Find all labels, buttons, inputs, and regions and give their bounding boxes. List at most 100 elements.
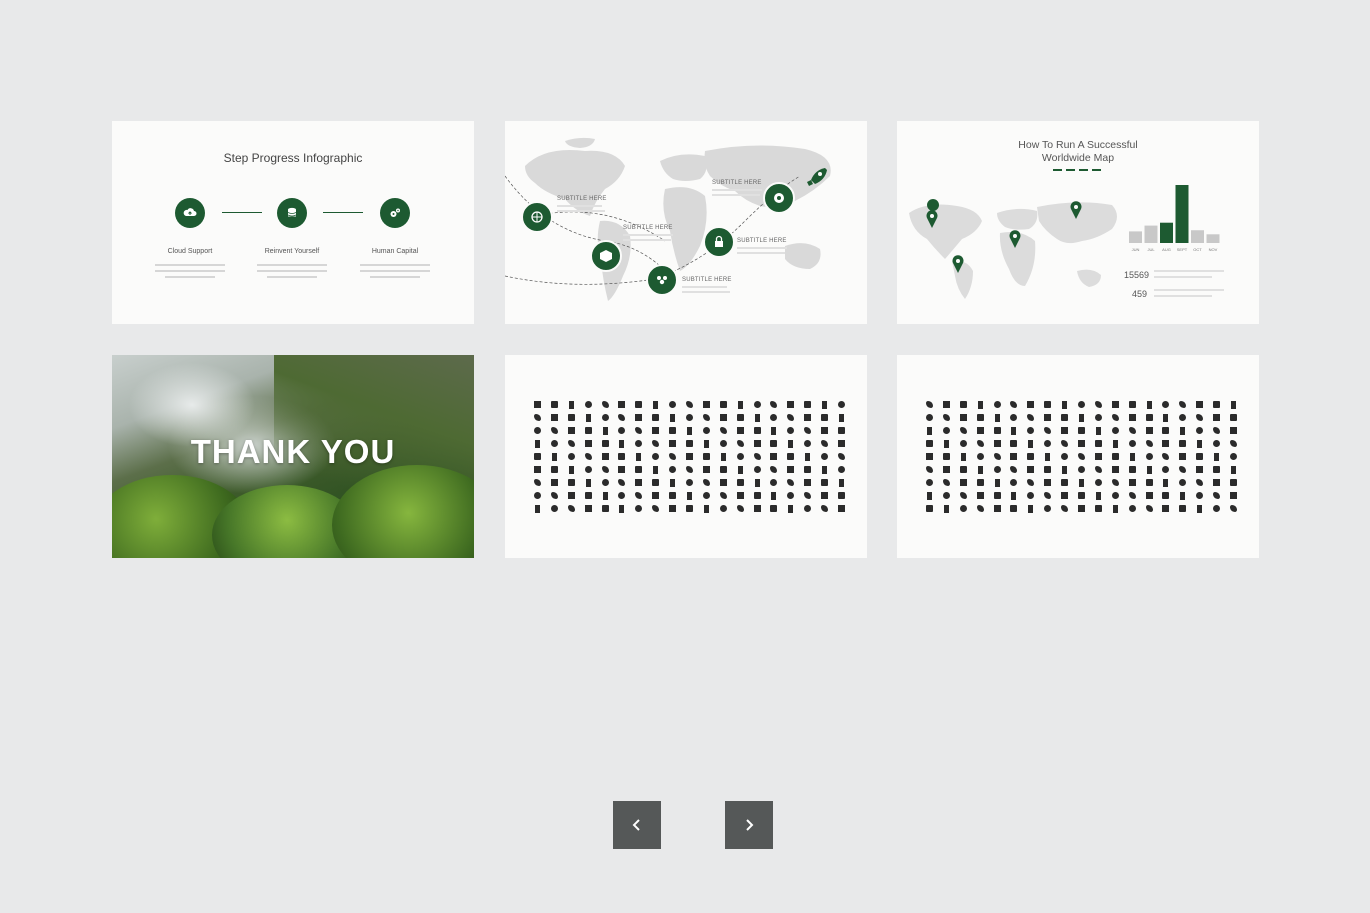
step-circle-cloud: [175, 198, 205, 228]
glyph-icon: [1044, 427, 1052, 434]
glyph-icon: [942, 492, 950, 499]
glyph-icon: [1112, 439, 1118, 448]
glyph-icon: [993, 453, 1001, 460]
glyph-icon: [770, 466, 778, 473]
icon-grid: [529, 398, 850, 515]
glyph-icon: [736, 440, 744, 447]
glyph-icon: [993, 505, 1001, 512]
glyph-icon: [959, 414, 967, 421]
glyph-icon: [601, 505, 609, 512]
glyph-icon: [702, 466, 710, 473]
glyph-icon: [959, 479, 967, 486]
glyph-icon: [635, 427, 643, 434]
glyph-icon: [1044, 505, 1052, 512]
glyph-icon: [977, 400, 983, 409]
glyph-icon: [1111, 401, 1119, 408]
glyph-icon: [670, 413, 676, 422]
slide-thumbnail-worldwide-map[interactable]: How To Run A Successful Worldwide Map JU…: [897, 121, 1259, 324]
placeholder-text-line: [1154, 276, 1212, 278]
glyph-icon: [959, 492, 967, 499]
slide-thumbnail-thank-you[interactable]: THANK YOU: [112, 355, 474, 558]
placeholder-text-line: [360, 270, 430, 272]
glyph-icon: [804, 427, 812, 434]
glyph-icon: [1196, 466, 1204, 473]
glyph-icon: [550, 401, 558, 408]
glyph-icon: [838, 413, 844, 422]
placeholder-text-line: [557, 205, 602, 207]
glyph-icon: [719, 440, 727, 447]
glyph-icon: [669, 505, 677, 512]
glyph-icon: [959, 466, 967, 473]
glyph-icon: [1010, 466, 1018, 473]
step-label: Cloud Support: [167, 248, 213, 255]
glyph-icon: [1180, 426, 1186, 435]
glyph-icon: [788, 504, 794, 513]
glyph-icon: [533, 427, 541, 434]
glyph-icon: [1077, 401, 1085, 408]
slide-thumbnail-icon-set-a[interactable]: [505, 355, 867, 558]
next-button[interactable]: [725, 801, 773, 849]
glyph-icon: [737, 465, 743, 474]
glyph-icon: [567, 440, 575, 447]
glyph-icon: [959, 427, 967, 434]
glyph-icon: [686, 426, 692, 435]
glyph-icon: [1061, 453, 1069, 460]
glyph-icon: [1145, 427, 1153, 434]
glyph-icon: [1095, 426, 1101, 435]
slide-thumbnail-world-map-routes[interactable]: SUBTITLE HERE SUBTITLE HERE SUBTITLE HER…: [505, 121, 867, 324]
glyph-icon: [1077, 440, 1085, 447]
glyph-icon: [533, 453, 541, 460]
step-label: Human Capital: [371, 248, 419, 255]
slide-thumbnail-step-progress[interactable]: Step Progress Infographic Cloud Support …: [112, 121, 474, 324]
glyph-icon: [1128, 505, 1136, 512]
glyph-icon: [1162, 453, 1170, 460]
glyph-icon: [618, 401, 626, 408]
glyph-icon: [669, 401, 677, 408]
rocket-marker: [805, 166, 833, 194]
slide-thumbnail-icon-set-b[interactable]: [897, 355, 1259, 558]
glyph-icon: [685, 401, 693, 408]
glyph-icon: [584, 492, 592, 499]
bar-category-label: NOV: [1209, 247, 1218, 252]
glyph-icon: [993, 427, 1001, 434]
glyph-icon: [635, 466, 643, 473]
glyph-icon: [976, 453, 984, 460]
placeholder-text-line: [737, 247, 787, 249]
glyph-icon: [534, 504, 540, 513]
glyph-icon: [736, 492, 744, 499]
glyph-icon: [1145, 453, 1153, 460]
glyph-icon: [1010, 505, 1018, 512]
glyph-icon: [1146, 400, 1152, 409]
step-label: Reinvent Yourself: [264, 248, 320, 255]
glyph-icon: [926, 426, 932, 435]
glyph-icon: [787, 453, 795, 460]
glyph-icon: [601, 479, 609, 486]
rocket-icon: [807, 168, 827, 186]
glyph-icon: [653, 400, 659, 409]
placeholder-text-line: [1154, 270, 1224, 272]
glyph-icon: [1145, 414, 1153, 421]
glyph-icon: [788, 439, 794, 448]
glyph-icon: [1077, 466, 1085, 473]
glyph-icon: [685, 414, 693, 421]
chevron-left-icon: [632, 819, 640, 831]
placeholder-text-line: [557, 210, 605, 212]
glyph-icon: [770, 414, 778, 421]
previous-button[interactable]: [613, 801, 661, 849]
glyph-icon: [804, 492, 812, 499]
glyph-icon: [719, 479, 727, 486]
glyph-icon: [1230, 400, 1236, 409]
glyph-icon: [635, 414, 643, 421]
map-marker: [521, 201, 553, 233]
glyph-icon: [1196, 492, 1204, 499]
glyph-icon: [567, 427, 575, 434]
glyph-icon: [584, 453, 592, 460]
placeholder-text-line: [257, 264, 327, 266]
users-icon: [657, 276, 667, 285]
placeholder-text-line: [165, 276, 215, 278]
glyph-icon: [837, 492, 845, 499]
glyph-icon: [736, 453, 744, 460]
glyph-icon: [719, 414, 727, 421]
glyph-icon: [1061, 479, 1069, 486]
glyph-icon: [618, 466, 626, 473]
